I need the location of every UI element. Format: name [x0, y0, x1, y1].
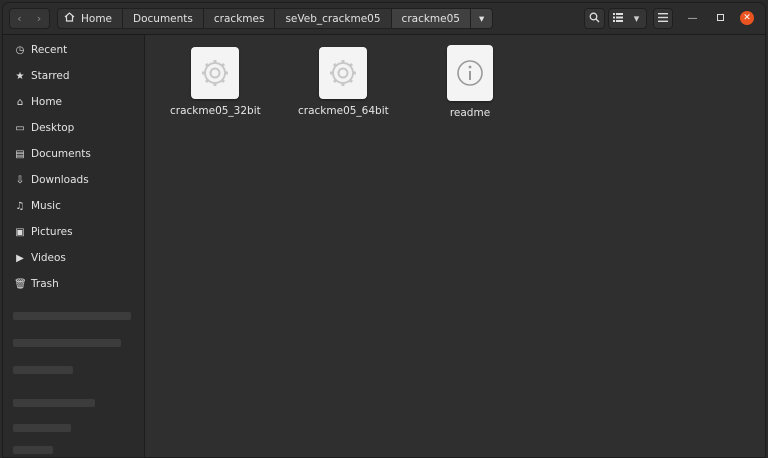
sidebar-item-documents[interactable]: ▤ Documents [3, 141, 144, 167]
music-note-icon: ♫ [15, 200, 25, 212]
sidebar-item-label: Starred [31, 70, 70, 82]
maximize-icon [717, 13, 724, 24]
chevron-right-icon: › [36, 12, 42, 25]
document-icon: ▤ [15, 148, 25, 160]
clock-icon: ◷ [15, 44, 25, 56]
sidebar-item-label: Home [31, 96, 63, 108]
sidebar-item-videos[interactable]: ▶ Videos [3, 245, 144, 271]
picture-icon: ▣ [15, 226, 25, 238]
sidebar-item-recent[interactable]: ◷ Recent [3, 37, 144, 63]
view-toggle-button[interactable] [608, 8, 628, 29]
file-view: crackme05_32bit crackme05_64bit readme [145, 35, 765, 457]
breadcrumb-label: seVeb_crackme05 [285, 12, 381, 25]
file-manager-window: ‹ › Home Documents crackmes seVeb_crackm… [2, 2, 766, 458]
obscured-bookmark[interactable] [13, 446, 53, 454]
home-icon: ⌂ [16, 96, 24, 108]
search-button[interactable] [584, 8, 605, 29]
sidebar-item-label: Pictures [31, 226, 73, 238]
breadcrumb-dropdown-button[interactable]: ▾ [470, 8, 494, 29]
sidebar-item-label: Desktop [31, 122, 75, 134]
close-button[interactable]: ✕ [740, 11, 754, 25]
caret-down-icon: ▾ [633, 12, 640, 25]
main-menu-button[interactable] [653, 8, 673, 29]
breadcrumb-documents[interactable]: Documents [123, 8, 204, 29]
star-icon: ★ [15, 70, 25, 82]
trash-icon: 🗑︎ [14, 278, 27, 290]
obscured-bookmark[interactable] [13, 312, 131, 320]
close-icon: ✕ [743, 13, 751, 23]
desktop-icon: ▭ [15, 122, 25, 134]
breadcrumb-home[interactable]: Home [57, 8, 124, 29]
breadcrumb-label: crackmes [213, 12, 265, 25]
sidebar-item-starred[interactable]: ★ Starred [3, 63, 144, 89]
sidebar-item-trash[interactable]: 🗑︎ Trash [3, 271, 144, 297]
hamburger-menu-icon [658, 12, 668, 25]
chevron-left-icon: ‹ [17, 12, 22, 25]
executable-gear-icon [191, 47, 239, 99]
breadcrumb: Home Documents crackmes seVeb_crackme05 … [57, 8, 494, 29]
file-name: readme [449, 107, 491, 119]
list-view-icon [613, 12, 623, 25]
sidebar-item-label: Documents [31, 148, 91, 160]
file-item[interactable]: readme [425, 45, 515, 119]
executable-gear-icon [319, 47, 367, 99]
file-name: crackme05_64bit [298, 105, 389, 117]
file-name: crackme05_32bit [170, 105, 261, 117]
obscured-bookmark[interactable] [13, 399, 95, 407]
back-button[interactable]: ‹ [9, 8, 30, 29]
sidebar-item-desktop[interactable]: ▭ Desktop [3, 115, 144, 141]
sidebar-item-label: Trash [31, 278, 59, 290]
maximize-button[interactable] [714, 12, 727, 25]
file-item[interactable]: crackme05_32bit [170, 47, 261, 117]
caret-down-icon: ▾ [478, 12, 485, 25]
breadcrumb-crackme05[interactable]: crackme05 [391, 8, 471, 29]
breadcrumb-label: Home [81, 12, 113, 25]
video-icon: ▶ [16, 252, 24, 264]
sidebar-item-label: Recent [31, 44, 68, 56]
file-item[interactable]: crackme05_64bit [298, 47, 389, 117]
sidebar: ◷ Recent ★ Starred ⌂ Home ▭ Desktop ▤ Do… [3, 35, 145, 457]
breadcrumb-seveb-crackme05[interactable]: seVeb_crackme05 [275, 8, 392, 29]
sidebar-item-pictures[interactable]: ▣ Pictures [3, 219, 144, 245]
sidebar-item-label: Downloads [31, 174, 89, 186]
minimize-button[interactable]: — [686, 12, 699, 25]
view-options-dropdown[interactable]: ▾ [627, 8, 647, 29]
obscured-bookmark[interactable] [13, 366, 73, 374]
header-bar: ‹ › Home Documents crackmes seVeb_crackm… [3, 3, 765, 35]
sidebar-item-label: Music [31, 200, 61, 212]
sidebar-item-label: Videos [31, 252, 66, 264]
info-document-icon [447, 45, 493, 101]
breadcrumb-label: crackme05 [401, 12, 460, 25]
minimize-icon: — [687, 13, 698, 24]
breadcrumb-label: Documents [133, 12, 193, 25]
sidebar-item-downloads[interactable]: ⇩ Downloads [3, 167, 144, 193]
breadcrumb-crackmes[interactable]: crackmes [203, 8, 276, 29]
forward-button[interactable]: › [29, 8, 50, 29]
home-icon [64, 12, 75, 25]
sidebar-item-home[interactable]: ⌂ Home [3, 89, 144, 115]
obscured-bookmark[interactable] [13, 339, 121, 347]
sidebar-item-music[interactable]: ♫ Music [3, 193, 144, 219]
download-icon: ⇩ [15, 174, 25, 186]
obscured-bookmark[interactable] [13, 424, 71, 432]
search-icon [589, 12, 600, 26]
